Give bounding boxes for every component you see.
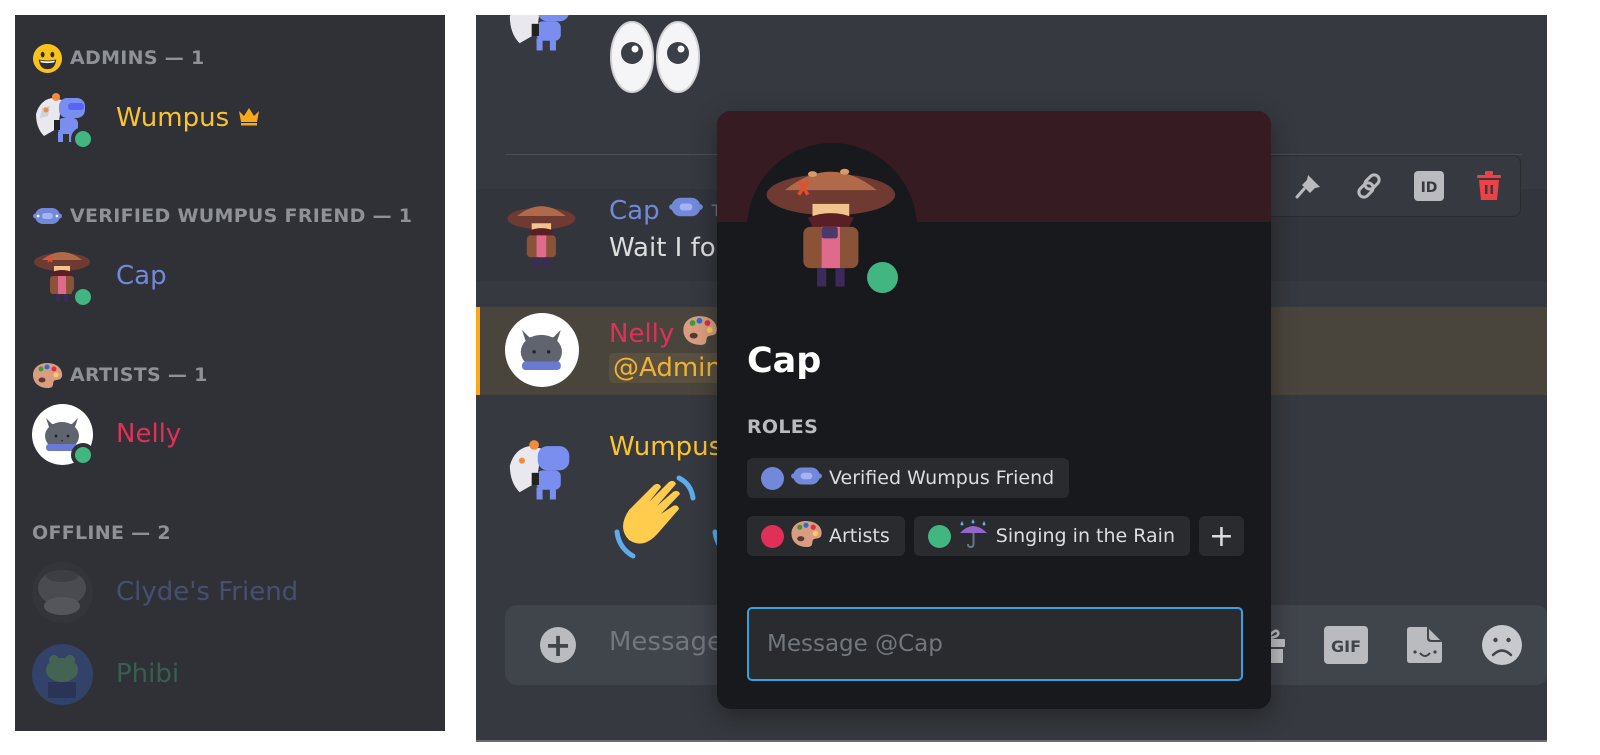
- author-name[interactable]: Wumpus: [609, 432, 722, 462]
- author-name[interactable]: Nelly: [609, 319, 674, 349]
- grinning-face-emoji-icon: [32, 43, 63, 74]
- nelly-avatar: [32, 403, 95, 467]
- artist-palette-emoji-icon: [790, 520, 823, 553]
- role-name: Verified Wumpus Friend: [829, 467, 1055, 489]
- gif-icon[interactable]: GIF: [1324, 623, 1368, 667]
- role-pill-verified-wumpus-friend[interactable]: Verified Wumpus Friend: [747, 458, 1070, 498]
- member-name: Nelly: [116, 419, 182, 449]
- online-status-indicator: [71, 442, 95, 467]
- member-item-phibi[interactable]: Phibi: [32, 643, 432, 705]
- role-group-header-artists: ARTISTS — 1: [32, 360, 208, 390]
- message-content: @Admin: [609, 353, 726, 383]
- member-name: Phibi: [116, 659, 180, 689]
- role-group-label: OFFLINE — 2: [32, 522, 171, 544]
- online-status-indicator: [71, 126, 95, 151]
- delete-icon[interactable]: [1472, 169, 1506, 203]
- roles-heading: ROLES: [747, 416, 819, 438]
- role-group-label: ADMINS — 1: [70, 47, 205, 69]
- role-group-header-admins: ADMINS — 1: [32, 43, 205, 73]
- member-name: Wumpus: [116, 103, 230, 133]
- umbrella-rain-emoji-icon: [957, 518, 990, 554]
- svg-text:GIF: GIF: [1331, 637, 1361, 656]
- role-name: Singing in the Rain: [995, 525, 1175, 547]
- nelly-avatar: [505, 313, 579, 387]
- add-role-button[interactable]: +: [1199, 516, 1244, 556]
- composer-placeholder[interactable]: Message: [609, 627, 723, 657]
- message-author[interactable]: Nelly: [609, 315, 718, 353]
- message-content: Wait I fo: [609, 233, 716, 263]
- role-group-header-offline: OFFLINE — 2: [32, 518, 171, 548]
- online-status-indicator: [71, 284, 95, 309]
- role-pill-singing-in-the-rain[interactable]: Singing in the Rain: [913, 516, 1190, 556]
- copy-id-icon[interactable]: ID: [1412, 169, 1446, 203]
- wumpus-face-icon: [668, 195, 704, 226]
- svg-text:ID: ID: [1421, 180, 1438, 196]
- artist-palette-emoji-icon: [32, 360, 63, 391]
- author-name[interactable]: Cap: [609, 196, 660, 226]
- member-item-cap[interactable]: Cap: [32, 245, 432, 309]
- eyes-emoji: [609, 20, 701, 98]
- clydes-friend-avatar: [32, 561, 93, 623]
- message-user-input[interactable]: [747, 607, 1243, 681]
- role-color-dot[interactable]: [761, 524, 784, 548]
- member-item-clydes-friend[interactable]: Clyde's Friend: [32, 561, 432, 623]
- message-author[interactable]: Cap T: [609, 195, 721, 226]
- cap-avatar: [505, 199, 579, 273]
- wumpus-avatar: [505, 434, 579, 508]
- role-name: Artists: [829, 525, 890, 547]
- role-pill-artists[interactable]: Artists: [747, 516, 905, 556]
- member-item-nelly[interactable]: Nelly: [32, 403, 432, 467]
- profile-username: Cap: [747, 341, 822, 381]
- user-profile-popout: Cap ROLES Verified Wumpus Friend Artists…: [717, 111, 1271, 709]
- crown-icon: [237, 106, 261, 130]
- member-list: ADMINS — 1 Wumpus VERIFIED WUMPUS FRIEND…: [15, 15, 445, 731]
- copy-link-icon[interactable]: [1352, 169, 1386, 203]
- wumpus-avatar: [505, 15, 579, 59]
- role-mention[interactable]: @Admin: [609, 353, 726, 383]
- artist-palette-emoji-icon: [682, 315, 718, 353]
- phibi-avatar: [32, 643, 93, 705]
- role-color-dot[interactable]: [761, 466, 784, 490]
- role-group-label: ARTISTS — 1: [70, 364, 208, 386]
- online-status-indicator: [867, 262, 898, 293]
- waving-hand-emoji: [614, 475, 696, 559]
- wumpus-face-icon: [32, 201, 63, 232]
- emoji-icon[interactable]: [1480, 623, 1524, 667]
- message-actions-toolbar: ID: [1266, 155, 1521, 217]
- member-name: Cap: [116, 261, 167, 291]
- role-group-label: VERIFIED WUMPUS FRIEND — 1: [70, 205, 413, 227]
- message-author[interactable]: Wumpus: [609, 432, 722, 462]
- cap-avatar: [32, 246, 95, 309]
- sticker-icon[interactable]: [1402, 623, 1446, 667]
- wumpus-face-icon: [790, 465, 823, 492]
- wumpus-avatar: [32, 88, 95, 151]
- pin-icon[interactable]: [1292, 169, 1326, 203]
- role-color-dot[interactable]: [927, 524, 951, 548]
- member-name: Clyde's Friend: [116, 577, 299, 607]
- composer-actions: GIF: [1246, 623, 1524, 667]
- member-item-wumpus[interactable]: Wumpus: [32, 87, 432, 151]
- role-group-header-verified-wumpus-friend: VERIFIED WUMPUS FRIEND — 1: [32, 201, 412, 231]
- add-attachment-button[interactable]: +: [540, 627, 576, 663]
- roles-list: Verified Wumpus Friend Artists Singing i…: [747, 458, 1247, 556]
